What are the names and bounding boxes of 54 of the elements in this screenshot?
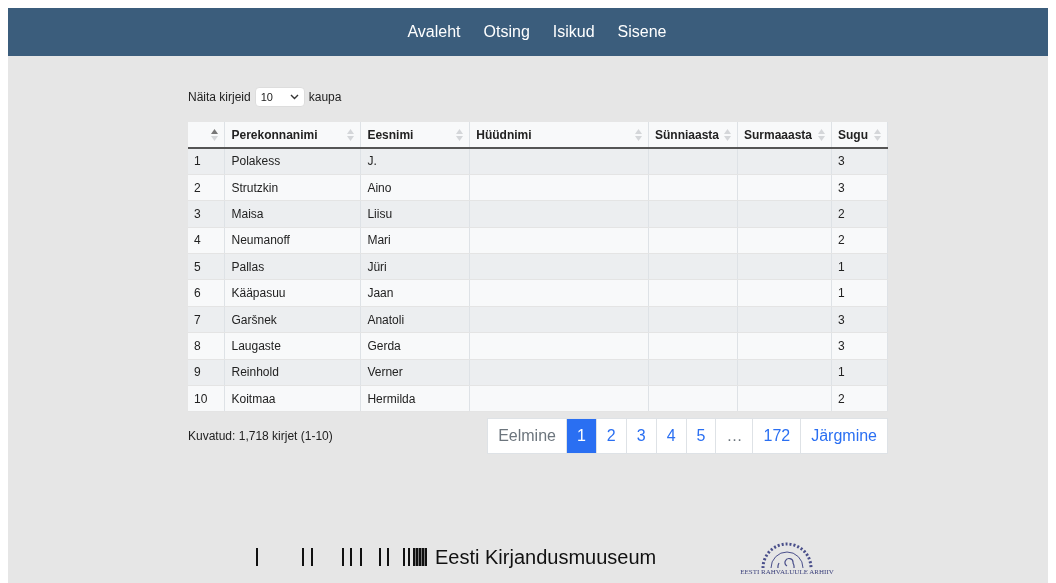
- table-cell: Gerda: [360, 332, 470, 360]
- table-cell: 8: [188, 332, 225, 360]
- table-cell: 2: [188, 174, 225, 201]
- table-cell: Jaan: [360, 279, 470, 307]
- table-cell: Laugaste: [224, 332, 361, 360]
- table-cell: Kääpasuu: [224, 279, 361, 307]
- table-cell: Maisa: [224, 200, 361, 228]
- column-header[interactable]: Sünniaasta: [648, 122, 738, 148]
- table-cell: Pallas: [224, 253, 361, 280]
- page-button[interactable]: 172: [752, 418, 802, 455]
- page-button[interactable]: Järgmine: [800, 418, 888, 455]
- table-cell: Neumanoff: [224, 227, 361, 254]
- museum-name: Eesti Kirjandusmuuseum: [435, 545, 657, 569]
- table-cell: 1: [188, 148, 225, 175]
- page-button[interactable]: 1: [565, 418, 597, 455]
- page-button[interactable]: 2: [595, 418, 627, 455]
- table-cell: 3: [188, 200, 225, 228]
- length-label: Näita kirjeid: [188, 90, 251, 104]
- chevron-down-icon: [289, 94, 299, 100]
- page-button[interactable]: 4: [655, 418, 687, 455]
- nav-link[interactable]: Sisene: [617, 23, 667, 41]
- nav-link[interactable]: Otsing: [483, 23, 530, 41]
- column-header[interactable]: [188, 122, 225, 148]
- table-cell: 7: [188, 306, 225, 333]
- table-cell: Strutzkin: [224, 174, 361, 201]
- table-cell: Hermilda: [360, 385, 470, 412]
- column-header[interactable]: Sugu: [831, 122, 888, 148]
- table-cell: 10: [188, 385, 225, 412]
- nav-link[interactable]: Avaleht: [407, 23, 461, 41]
- table-cell: 4: [188, 227, 225, 254]
- column-header[interactable]: Hüüdnimi: [469, 122, 649, 148]
- table-cell: Polakess: [224, 148, 361, 175]
- page-size-select[interactable]: 10: [254, 87, 305, 107]
- table-cell: 5: [188, 253, 225, 280]
- barcode-logo-icon: [256, 548, 427, 566]
- table-cell: Anatoli: [360, 306, 470, 333]
- column-header[interactable]: Surmaaasta: [737, 122, 832, 148]
- table-cell: Reinhold: [224, 359, 361, 386]
- page-button[interactable]: 3: [625, 418, 657, 455]
- table-cell: 9: [188, 359, 225, 386]
- column-header[interactable]: Eesnimi: [360, 122, 470, 148]
- table-cell: Liisu: [360, 200, 470, 228]
- nav-link[interactable]: Isikud: [552, 23, 595, 41]
- table-cell: Jüri: [360, 253, 470, 280]
- column-header[interactable]: Perekonnanimi: [224, 122, 361, 148]
- table-cell: Mari: [360, 227, 470, 254]
- table-cell: Garšnek: [224, 306, 361, 333]
- length-label: kaupa: [308, 90, 342, 104]
- table-cell: Koitmaa: [224, 385, 361, 412]
- records-info: Kuvatud: 1,718 kirjet (1-10): [188, 429, 333, 444]
- table-cell: Verner: [360, 359, 470, 386]
- table-cell: Aino: [360, 174, 470, 201]
- table-cell: J.: [360, 148, 470, 175]
- table-cell: 6: [188, 279, 225, 307]
